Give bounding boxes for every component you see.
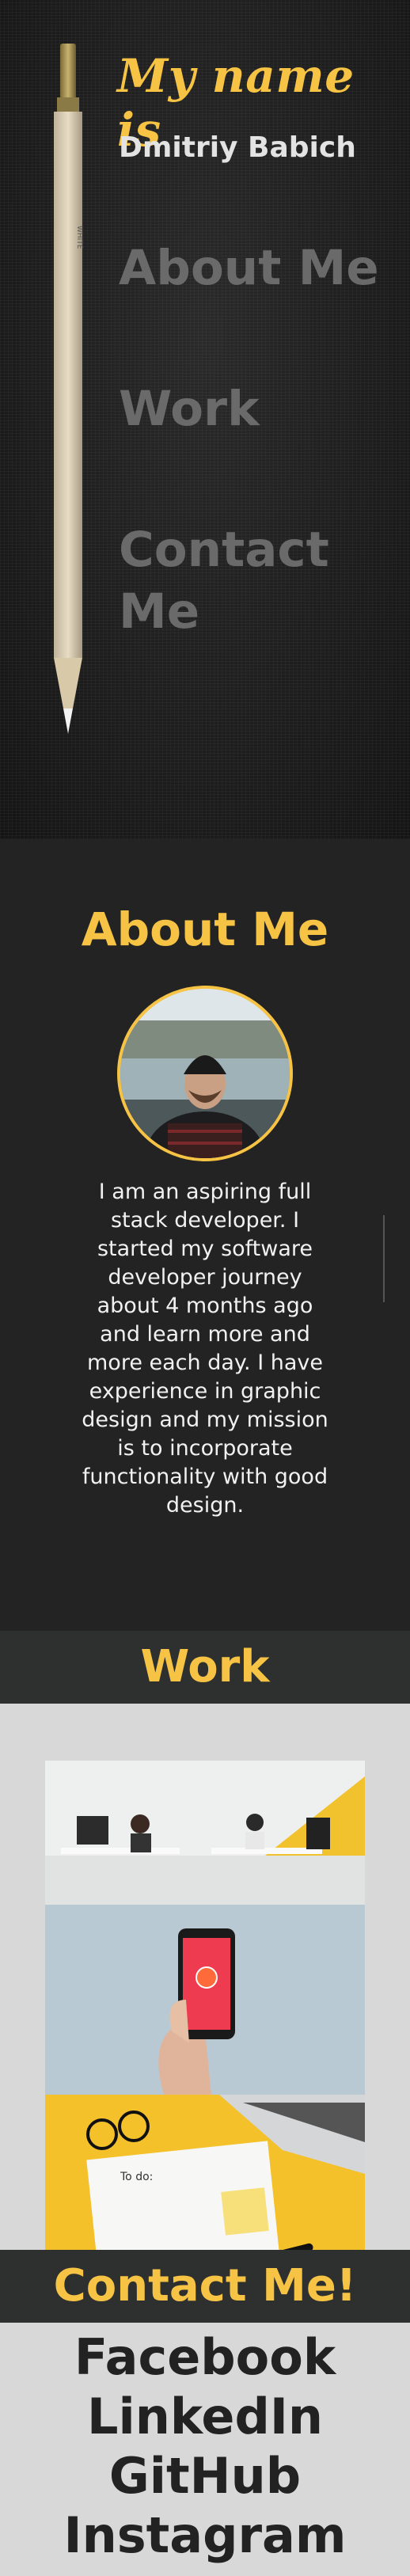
- avatar: [117, 986, 293, 1161]
- hero-name: Dmitriy Babich: [119, 131, 356, 164]
- nav-link-contact-line2: Me: [119, 583, 200, 640]
- pencil-image: WHITE: [54, 44, 83, 734]
- hero-section: WHITE My name is Dmitriy Babich About Me…: [0, 0, 410, 839]
- contact-title: Contact Me!: [53, 2260, 357, 2312]
- work-title: Work: [140, 1641, 270, 1693]
- avatar-photo: [120, 989, 290, 1158]
- phone-photo: [45, 1905, 365, 2095]
- nav-link-contact-line1: Contact: [119, 522, 329, 578]
- about-section: About Me I am an aspiring full stack dev…: [0, 839, 410, 1631]
- contact-header: Contact Me!: [0, 2250, 410, 2323]
- work-section: To do:: [0, 1704, 410, 2288]
- work-image-phone[interactable]: [45, 1905, 365, 2095]
- nav-link-contact[interactable]: Contact Me: [119, 519, 404, 643]
- contact-link-github[interactable]: GitHub: [0, 2446, 410, 2506]
- about-text: I am an aspiring full stack developer. I…: [82, 1180, 328, 1518]
- scrollbar-indicator: [383, 1215, 385, 1302]
- nav-link-work[interactable]: Work: [119, 378, 260, 440]
- contact-link-facebook[interactable]: Facebook: [0, 2327, 410, 2387]
- office-photo: [45, 1761, 365, 1905]
- note-label: To do:: [120, 2171, 153, 2183]
- work-image-office[interactable]: [45, 1761, 365, 1905]
- contact-link-instagram[interactable]: Instagram: [0, 2506, 410, 2565]
- about-title: About Me: [81, 902, 329, 956]
- nav-link-about[interactable]: About Me: [119, 237, 379, 299]
- contact-section: Facebook LinkedIn GitHub Instagram: [0, 2323, 410, 2576]
- work-header: Work: [0, 1631, 410, 1704]
- svg-text:WHITE: WHITE: [75, 226, 83, 249]
- contact-link-linkedin[interactable]: LinkedIn: [0, 2387, 410, 2446]
